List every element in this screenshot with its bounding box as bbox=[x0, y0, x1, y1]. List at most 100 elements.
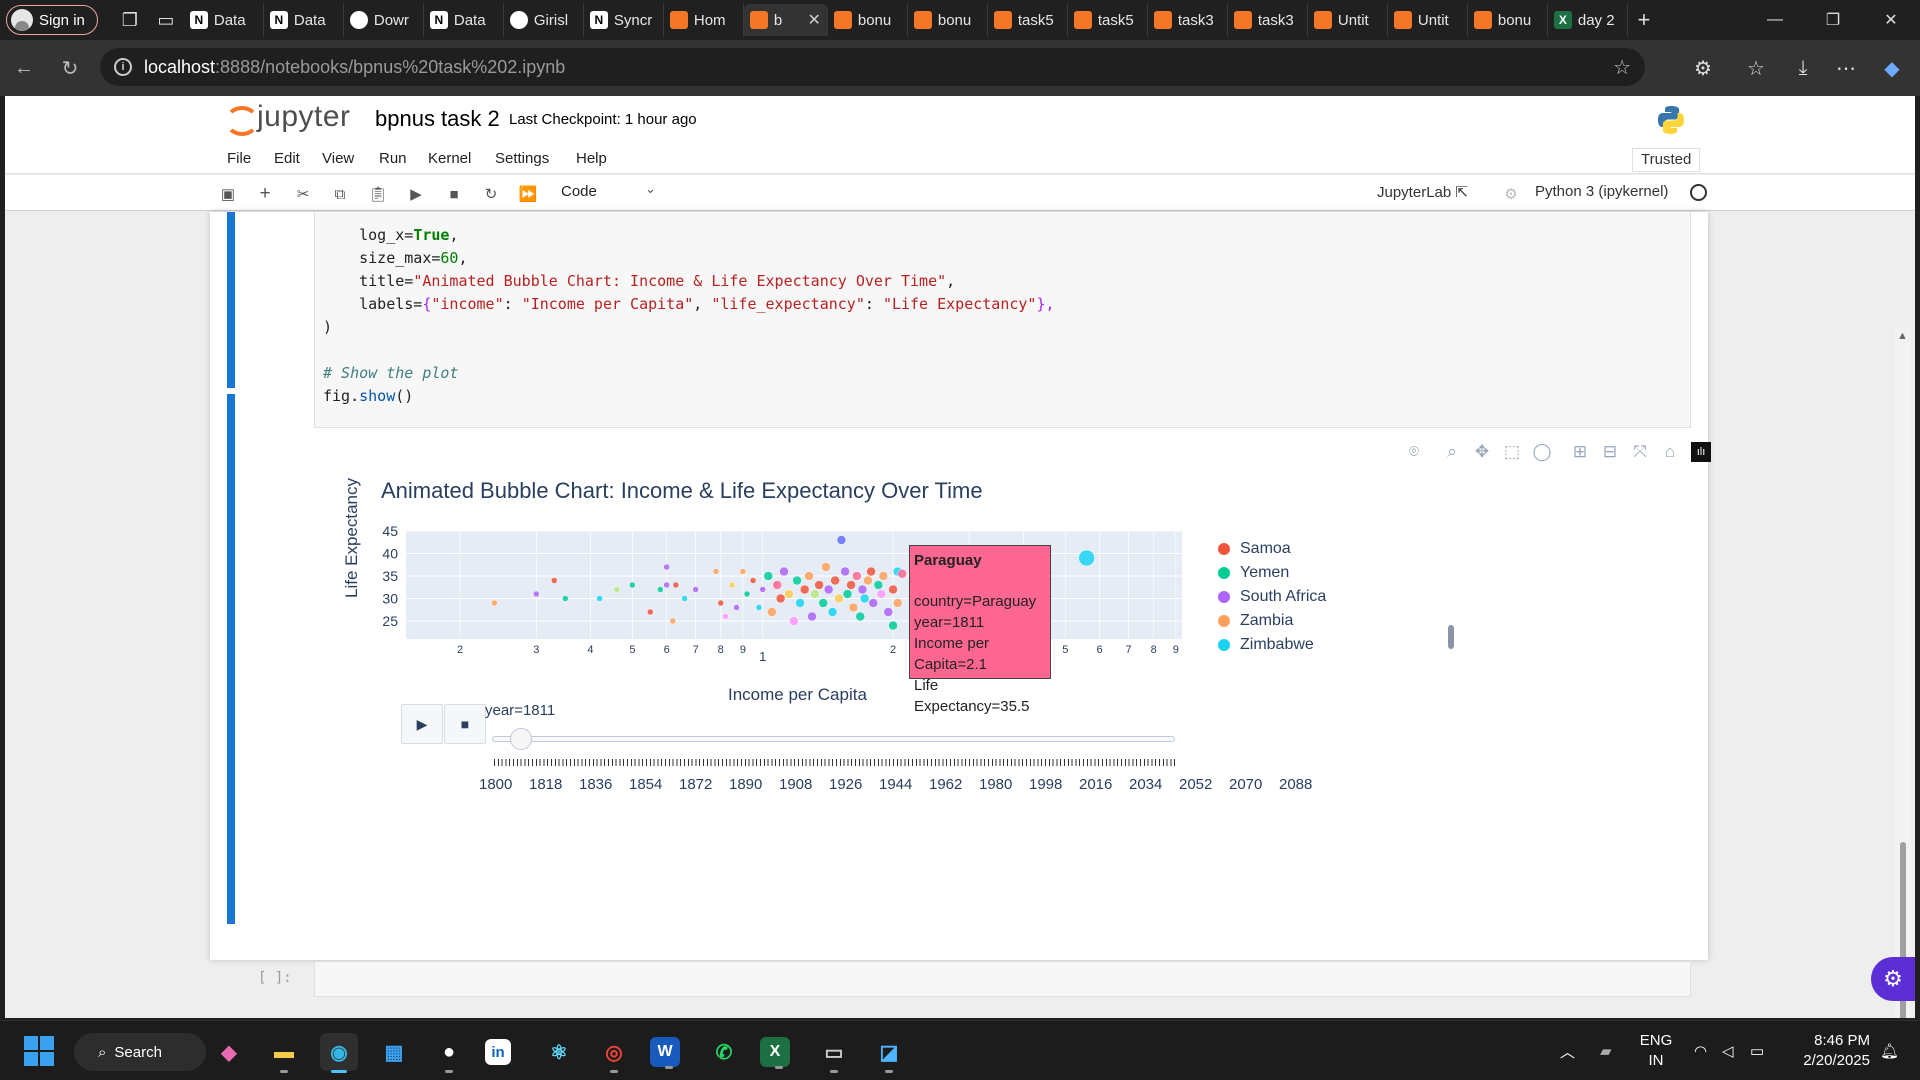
stop-button[interactable]: ■ bbox=[444, 704, 486, 744]
legend-item[interactable]: South Africa bbox=[1218, 588, 1326, 606]
browser-tab[interactable]: Untit bbox=[1308, 4, 1388, 36]
url-input[interactable]: i localhost:8888/notebooks/bpnus%20task%… bbox=[100, 48, 1645, 86]
slider-year-label[interactable]: 1980 bbox=[979, 776, 1012, 793]
legend-item[interactable]: Zimbabwe bbox=[1218, 636, 1314, 654]
new-tab-button[interactable]: + bbox=[1628, 7, 1660, 33]
copilot-icon[interactable]: ◆ bbox=[1872, 48, 1912, 88]
slider-year-label[interactable]: 1998 bbox=[1029, 776, 1062, 793]
empty-code-cell[interactable] bbox=[314, 961, 1691, 997]
browser-tab[interactable]: task5 bbox=[988, 4, 1068, 36]
menu-run[interactable]: Run bbox=[379, 150, 407, 167]
browser-tab[interactable]: Dowr bbox=[344, 4, 424, 36]
menu-help[interactable]: Help bbox=[576, 150, 607, 167]
menu-edit[interactable]: Edit bbox=[274, 150, 300, 167]
add-cell-icon[interactable]: + bbox=[254, 183, 276, 205]
copilot-app-icon[interactable]: ◆ bbox=[210, 1033, 248, 1071]
jupyter-logo[interactable]: jupyter bbox=[223, 100, 351, 136]
tab-actions-icon[interactable]: ▭ bbox=[148, 5, 184, 35]
language-indicator[interactable]: ENG IN bbox=[1636, 1031, 1676, 1071]
trusted-badge[interactable]: Trusted bbox=[1632, 148, 1701, 172]
back-icon[interactable]: ← bbox=[4, 48, 44, 88]
cut-icon[interactable]: ✂ bbox=[292, 183, 314, 205]
restore-button[interactable]: ❐ bbox=[1804, 0, 1862, 40]
browser-tab[interactable]: N Data bbox=[264, 4, 344, 36]
slider-year-label[interactable]: 1872 bbox=[679, 776, 712, 793]
run-icon[interactable]: ▶ bbox=[405, 183, 427, 205]
sign-in-button[interactable]: Sign in bbox=[6, 5, 98, 35]
workspaces-icon[interactable]: ❐ bbox=[112, 5, 148, 35]
browser-tab[interactable]: Xday 2 bbox=[1548, 4, 1628, 36]
browser-tab[interactable]: task5 bbox=[1068, 4, 1148, 36]
taskbar-clock[interactable]: 8:46 PM 2/20/2025 bbox=[1790, 1031, 1870, 1071]
page-scrollbar[interactable]: ▲ ▼ bbox=[1895, 328, 1911, 1018]
browser-tab[interactable]: Girisl bbox=[504, 4, 584, 36]
year-slider-handle[interactable] bbox=[510, 728, 533, 750]
edge-browser-icon[interactable]: ◉ bbox=[320, 1033, 358, 1073]
browser-tab[interactable]: N Syncr bbox=[584, 4, 664, 36]
store-icon[interactable]: ▦ bbox=[375, 1033, 413, 1071]
linkedin-icon[interactable]: in bbox=[485, 1039, 511, 1065]
windows-start-icon[interactable] bbox=[24, 1036, 54, 1066]
legend-item[interactable]: Samoa bbox=[1218, 540, 1291, 558]
slider-year-label[interactable]: 2070 bbox=[1229, 776, 1262, 793]
notification-bell-icon[interactable]: 🔔︎ bbox=[1880, 1021, 1899, 1080]
extensions-icon[interactable]: ⚙ bbox=[1683, 48, 1723, 88]
browser-tab[interactable]: N Data bbox=[184, 4, 264, 36]
legend-item[interactable]: Yemen bbox=[1218, 564, 1289, 582]
slider-year-label[interactable]: 1836 bbox=[579, 776, 612, 793]
tray-chevron-icon[interactable]: ︿ bbox=[1560, 1021, 1575, 1080]
save-icon[interactable]: ▣ bbox=[217, 183, 239, 205]
play-button[interactable]: ▶ bbox=[401, 704, 443, 744]
settings-gear-icon[interactable]: ⚙ bbox=[1500, 183, 1522, 205]
slider-year-label[interactable]: 1890 bbox=[729, 776, 762, 793]
interrupt-icon[interactable]: ■ bbox=[443, 183, 465, 205]
slider-year-label[interactable]: 1962 bbox=[929, 776, 962, 793]
browser-tab[interactable]: bonu bbox=[828, 4, 908, 36]
chevron-down-icon[interactable]: ⌄ bbox=[645, 181, 656, 197]
volume-icon[interactable]: ◁ bbox=[1722, 1021, 1734, 1080]
slider-year-label[interactable]: 2016 bbox=[1079, 776, 1112, 793]
chrome-icon[interactable]: ◎ bbox=[595, 1033, 633, 1073]
jupyterlab-link[interactable]: JupyterLab ⇱ bbox=[1377, 183, 1468, 201]
restart-icon[interactable]: ↻ bbox=[480, 183, 502, 205]
slider-year-label[interactable]: 1908 bbox=[779, 776, 812, 793]
taskbar-search[interactable]: ⌕ Search bbox=[74, 1033, 206, 1071]
plotly-logo-icon[interactable]: ılı bbox=[1691, 442, 1711, 462]
github-desktop-icon[interactable]: ● bbox=[430, 1033, 468, 1073]
browser-tab[interactable]: b ✕ bbox=[743, 4, 828, 36]
legend-scrollbar[interactable] bbox=[1448, 625, 1454, 649]
browser-tab[interactable]: task3 bbox=[1228, 4, 1308, 36]
browser-tab[interactable]: task3 bbox=[1148, 4, 1228, 36]
slider-year-label[interactable]: 1818 bbox=[529, 776, 562, 793]
notebook-title[interactable]: bpnus task 2 bbox=[375, 106, 500, 132]
tray-app-icon[interactable]: ▰ bbox=[1600, 1021, 1612, 1080]
browser-tab[interactable]: bonu bbox=[908, 4, 988, 36]
downloads-icon[interactable]: ⤓ bbox=[1783, 48, 1823, 88]
slider-year-label[interactable]: 1800 bbox=[479, 776, 512, 793]
slider-year-label[interactable]: 1926 bbox=[829, 776, 862, 793]
slider-year-label[interactable]: 2088 bbox=[1279, 776, 1312, 793]
refresh-icon[interactable]: ↻ bbox=[50, 48, 90, 88]
more-options-icon[interactable]: ⋯ bbox=[1826, 48, 1866, 88]
close-tab-icon[interactable]: ✕ bbox=[807, 10, 820, 30]
copy-icon[interactable]: ⧉ bbox=[329, 183, 351, 205]
minimize-button[interactable]: — bbox=[1746, 0, 1804, 40]
wifi-icon[interactable]: ◠ bbox=[1694, 1021, 1707, 1080]
browser-tab[interactable]: Untit bbox=[1388, 4, 1468, 36]
menu-kernel[interactable]: Kernel bbox=[428, 150, 471, 167]
kernel-name[interactable]: Python 3 (ipykernel) bbox=[1535, 183, 1668, 200]
excel-icon[interactable]: X bbox=[760, 1037, 790, 1069]
file-explorer-icon[interactable]: ▬ bbox=[265, 1033, 303, 1073]
browser-tab[interactable]: N Data bbox=[424, 4, 504, 36]
close-window-button[interactable]: ✕ bbox=[1862, 0, 1920, 40]
paste-icon[interactable]: 📋︎ bbox=[367, 183, 389, 205]
favorite-star-icon[interactable]: ☆ bbox=[1613, 55, 1631, 80]
slider-year-label[interactable]: 2052 bbox=[1179, 776, 1212, 793]
menu-settings[interactable]: Settings bbox=[495, 150, 549, 167]
battery-icon[interactable]: ▭ bbox=[1750, 1021, 1764, 1080]
menu-file[interactable]: File bbox=[227, 150, 251, 167]
react-icon[interactable]: ⚛ bbox=[540, 1033, 578, 1071]
scroll-up-icon[interactable]: ▲ bbox=[1897, 330, 1908, 342]
slider-year-label[interactable]: 1944 bbox=[879, 776, 912, 793]
legend-item[interactable]: Zambia bbox=[1218, 612, 1293, 630]
